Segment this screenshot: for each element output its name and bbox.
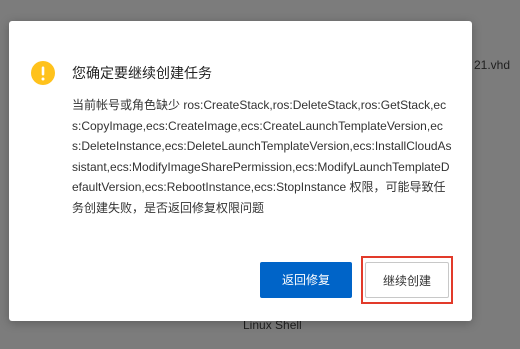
return-fix-button[interactable]: 返回修复 — [260, 262, 352, 298]
dialog-message: 当前帐号或角色缺少 ros:CreateStack,ros:DeleteStac… — [72, 98, 452, 215]
continue-create-button[interactable]: 继续创建 — [365, 262, 449, 298]
dialog-title: 您确定要继续创建任务 — [72, 66, 212, 82]
warning-icon — [31, 61, 55, 85]
confirm-dialog: 您确定要继续创建任务 当前帐号或角色缺少 ros:CreateStack,ros… — [9, 21, 472, 321]
background-file-name: 21.vhd — [474, 58, 511, 72]
